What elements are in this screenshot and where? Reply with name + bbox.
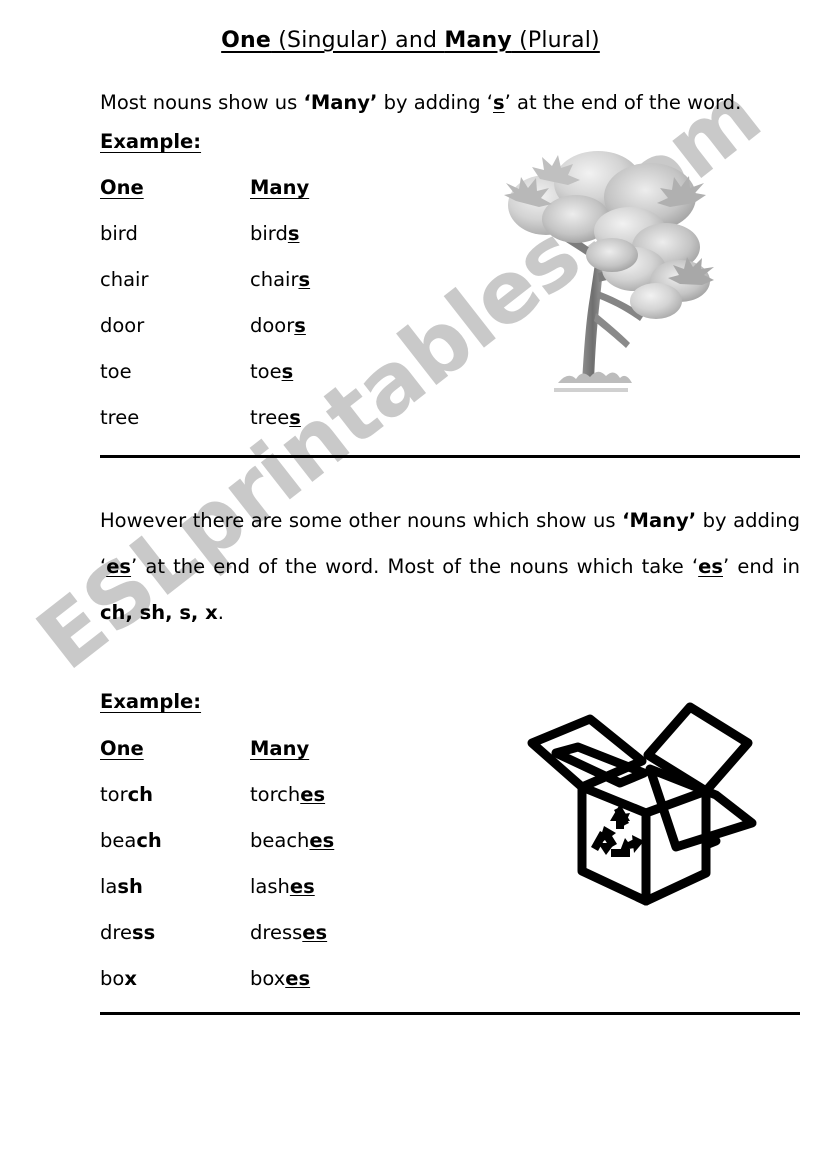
page-title-underlined-text: One (Singular) and Many (Plural) (221, 28, 600, 53)
plural-word: birds (250, 222, 299, 245)
rule-text-part1: However there are some other nouns which… (100, 509, 623, 532)
plural-suffix: s (289, 406, 301, 429)
plural-word: lashes (250, 875, 315, 898)
column-header-one: One (100, 737, 144, 760)
singular-word: tree (100, 406, 140, 429)
title-word-many: Many (444, 28, 512, 53)
intro-emphasis-s: s (493, 91, 505, 114)
singular-word: bird (100, 222, 138, 245)
title-singular-text: (Singular) and (271, 28, 445, 53)
rule-text-period: . (217, 601, 224, 624)
singular-word: chair (100, 268, 149, 291)
plural-word: dresses (250, 921, 327, 944)
singular-stem: dre (100, 921, 132, 944)
singular-word: dress (100, 921, 250, 944)
plural-stem: door (250, 314, 295, 337)
singular-word: toe (100, 360, 132, 383)
plural-suffix: es (309, 829, 335, 852)
singular-word: lash (100, 875, 250, 898)
plural-suffix: es (302, 921, 328, 944)
example-heading-2: Example: (100, 690, 202, 713)
plural-stem: torch (250, 783, 301, 806)
plural-word: torches (250, 783, 325, 806)
rule-text-part2: by adding (696, 509, 800, 532)
rule-paragraph: However there are some other nouns which… (100, 498, 800, 636)
intro-paragraph: Most nouns show us ‘Many’ by adding ‘s’ … (100, 80, 760, 126)
singular-ending: ss (131, 921, 156, 944)
singular-ending: sh (117, 875, 143, 898)
singular-ending: ch (127, 783, 154, 806)
rule-emphasis-es-2-inner: es (698, 555, 723, 578)
plural-suffix: s (294, 314, 306, 337)
box-edge-detail (701, 836, 721, 850)
column-header-many: Many (250, 176, 310, 199)
section-divider-2 (100, 1012, 800, 1015)
rule-emphasis-es-1: ‘es’ (100, 555, 138, 578)
worksheet-content: One (Singular) and Many (Plural) Most no… (0, 0, 821, 1169)
section-divider-1 (100, 455, 800, 458)
rule-endings-list: ch, sh, s, x (100, 601, 218, 624)
plural-suffix: es (285, 967, 311, 990)
intro-emphasis-s-wrapper: ‘s’ (486, 91, 511, 114)
singular-stem: tor (100, 783, 128, 806)
plural-suffix: es (289, 875, 315, 898)
rule-text-part3: at the end of the word. Most of the noun… (137, 555, 692, 578)
singular-stem: la (100, 875, 118, 898)
plural-word: chairs (250, 268, 310, 291)
column-header-many: Many (250, 737, 310, 760)
column-header-one: One (100, 176, 144, 199)
tree-illustration (480, 145, 760, 395)
plural-suffix: es (300, 783, 326, 806)
open-box-illustration (520, 695, 770, 910)
singular-word: beach (100, 829, 250, 852)
rule-text-part4: end in (729, 555, 800, 578)
plural-word: boxes (250, 967, 310, 990)
plural-stem: tree (250, 406, 290, 429)
worksheet-page: ESLprintables.com One (Singular) and Man… (0, 0, 821, 1169)
plural-suffix: s (287, 222, 300, 245)
plural-word: beaches (250, 829, 334, 852)
plural-word: trees (250, 406, 301, 429)
plural-word: doors (250, 314, 306, 337)
title-word-one: One (221, 28, 272, 53)
example-heading-1: Example: (100, 130, 202, 153)
singular-ending: x (124, 967, 137, 990)
plural-suffix: s (298, 268, 311, 291)
plural-stem: lash (250, 875, 290, 898)
singular-ending: ch (136, 829, 162, 852)
title-plural-text: (Plural) (511, 28, 600, 53)
plural-stem: dress (250, 921, 303, 944)
singular-word: box (100, 967, 250, 990)
singular-word: torch (100, 783, 250, 806)
page-title: One (Singular) and Many (Plural) (0, 28, 821, 53)
tree-foliage (504, 151, 714, 319)
plural-word: toes (250, 360, 293, 383)
singular-word: door (100, 314, 145, 337)
plural-stem: beach (250, 829, 310, 852)
plural-stem: bird (250, 222, 288, 245)
singular-stem: bo (100, 967, 125, 990)
intro-text-middle: by adding (377, 91, 487, 114)
plural-stem: chair (250, 268, 299, 291)
rule-emphasis-many: ‘Many’ (622, 509, 697, 532)
plural-stem: toe (250, 360, 282, 383)
rule-emphasis-es-1-inner: es (106, 555, 132, 578)
rule-emphasis-es-2: ‘es’ (691, 555, 730, 578)
plural-stem: box (250, 967, 286, 990)
intro-text-after: at the end of the word. (510, 91, 742, 114)
singular-stem: bea (100, 829, 137, 852)
intro-emphasis-many: ‘Many’ (303, 91, 378, 114)
plural-suffix: s (281, 360, 294, 383)
intro-text-before: Most nouns show us (100, 91, 304, 114)
